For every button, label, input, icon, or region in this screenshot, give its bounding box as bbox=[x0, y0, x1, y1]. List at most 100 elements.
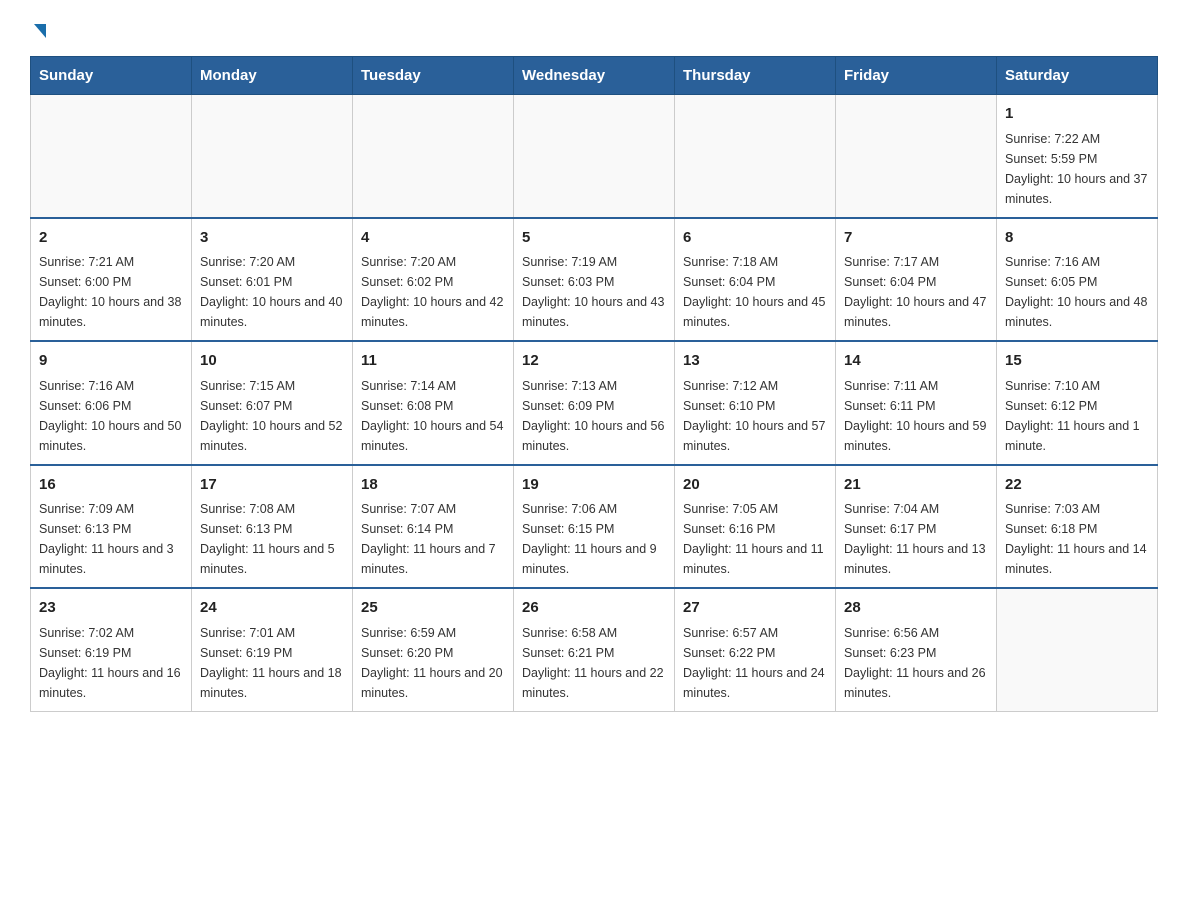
day-number: 7 bbox=[844, 227, 988, 250]
day-number: 19 bbox=[522, 474, 666, 497]
calendar-cell: 21Sunrise: 7:04 AMSunset: 6:17 PMDayligh… bbox=[836, 465, 997, 589]
calendar-cell: 13 Sunrise: 7:12 AMSunset: 6:10 PMDayligh… bbox=[675, 341, 836, 465]
calendar-cell: 22Sunrise: 7:03 AMSunset: 6:18 PMDayligh… bbox=[997, 465, 1158, 589]
calendar-cell: 27 Sunrise: 6:57 AMSunset: 6:22 PMDayligh… bbox=[675, 588, 836, 711]
calendar-cell: 28Sunrise: 6:56 AMSunset: 6:23 PMDayligh… bbox=[836, 588, 997, 711]
day-info: Sunrise: 7:06 AMSunset: 6:15 PMDaylight:… bbox=[522, 499, 666, 579]
calendar-cell: 20Sunrise: 7:05 AMSunset: 6:16 PMDayligh… bbox=[675, 465, 836, 589]
day-of-week-header: Saturday bbox=[997, 57, 1158, 95]
day-of-week-header: Tuesday bbox=[353, 57, 514, 95]
day-of-week-header: Sunday bbox=[31, 57, 192, 95]
day-number: 13 bbox=[683, 350, 827, 373]
calendar-cell: 19Sunrise: 7:06 AMSunset: 6:15 PMDayligh… bbox=[514, 465, 675, 589]
day-number: 10 bbox=[200, 350, 344, 373]
calendar-cell: 15Sunrise: 7:10 AMSunset: 6:12 PMDayligh… bbox=[997, 341, 1158, 465]
day-info: Sunrise: 7:13 AMSunset: 6:09 PMDaylight:… bbox=[522, 376, 666, 456]
day-info: Sunrise: 7:09 AMSunset: 6:13 PMDaylight:… bbox=[39, 499, 183, 579]
day-number: 24 bbox=[200, 597, 344, 620]
calendar-cell bbox=[997, 588, 1158, 711]
day-number: 12 bbox=[522, 350, 666, 373]
day-info: Sunrise: 7:20 AMSunset: 6:02 PMDaylight:… bbox=[361, 252, 505, 332]
calendar-cell: 11 Sunrise: 7:14 AMSunset: 6:08 PMDayligh… bbox=[353, 341, 514, 465]
calendar-cell: 25 Sunrise: 6:59 AMSunset: 6:20 PMDayligh… bbox=[353, 588, 514, 711]
day-info: Sunrise: 7:03 AMSunset: 6:18 PMDaylight:… bbox=[1005, 499, 1149, 579]
day-info: Sunrise: 7:21 AMSunset: 6:00 PMDaylight:… bbox=[39, 252, 183, 332]
calendar-cell: 3Sunrise: 7:20 AMSunset: 6:01 PMDaylight… bbox=[192, 218, 353, 342]
day-info: Sunrise: 7:22 AMSunset: 5:59 PMDaylight:… bbox=[1005, 129, 1149, 209]
calendar-cell bbox=[675, 95, 836, 218]
logo-arrow-icon bbox=[34, 24, 46, 38]
calendar-cell: 14 Sunrise: 7:11 AMSunset: 6:11 PMDayligh… bbox=[836, 341, 997, 465]
calendar-cell: 17Sunrise: 7:08 AMSunset: 6:13 PMDayligh… bbox=[192, 465, 353, 589]
day-of-week-header: Friday bbox=[836, 57, 997, 95]
day-info: Sunrise: 7:07 AMSunset: 6:14 PMDaylight:… bbox=[361, 499, 505, 579]
day-info: Sunrise: 6:57 AMSunset: 6:22 PMDaylight:… bbox=[683, 623, 827, 703]
calendar-cell bbox=[192, 95, 353, 218]
day-info: Sunrise: 7:15 AMSunset: 6:07 PMDaylight:… bbox=[200, 376, 344, 456]
day-number: 15 bbox=[1005, 350, 1149, 373]
day-info: Sunrise: 7:12 AMSunset: 6:10 PMDaylight:… bbox=[683, 376, 827, 456]
day-number: 1 bbox=[1005, 103, 1149, 126]
calendar-week-row: 16Sunrise: 7:09 AMSunset: 6:13 PMDayligh… bbox=[31, 465, 1158, 589]
logo bbox=[30, 20, 46, 36]
calendar-week-row: 2Sunrise: 7:21 AMSunset: 6:00 PMDaylight… bbox=[31, 218, 1158, 342]
day-info: Sunrise: 7:08 AMSunset: 6:13 PMDaylight:… bbox=[200, 499, 344, 579]
day-number: 25 bbox=[361, 597, 505, 620]
calendar-cell: 4Sunrise: 7:20 AMSunset: 6:02 PMDaylight… bbox=[353, 218, 514, 342]
day-info: Sunrise: 7:17 AMSunset: 6:04 PMDaylight:… bbox=[844, 252, 988, 332]
calendar-week-row: 1 Sunrise: 7:22 AMSunset: 5:59 PMDaylight… bbox=[31, 95, 1158, 218]
calendar-cell: 23Sunrise: 7:02 AMSunset: 6:19 PMDayligh… bbox=[31, 588, 192, 711]
day-number: 21 bbox=[844, 474, 988, 497]
day-number: 5 bbox=[522, 227, 666, 250]
day-number: 28 bbox=[844, 597, 988, 620]
day-info: Sunrise: 6:59 AMSunset: 6:20 PMDaylight:… bbox=[361, 623, 505, 703]
day-number: 20 bbox=[683, 474, 827, 497]
page-header bbox=[30, 20, 1158, 36]
day-info: Sunrise: 7:14 AMSunset: 6:08 PMDaylight:… bbox=[361, 376, 505, 456]
calendar-cell: 18Sunrise: 7:07 AMSunset: 6:14 PMDayligh… bbox=[353, 465, 514, 589]
day-info: Sunrise: 7:20 AMSunset: 6:01 PMDaylight:… bbox=[200, 252, 344, 332]
day-number: 22 bbox=[1005, 474, 1149, 497]
day-number: 18 bbox=[361, 474, 505, 497]
calendar-week-row: 9 Sunrise: 7:16 AMSunset: 6:06 PMDaylight… bbox=[31, 341, 1158, 465]
day-number: 2 bbox=[39, 227, 183, 250]
day-of-week-header: Wednesday bbox=[514, 57, 675, 95]
day-number: 26 bbox=[522, 597, 666, 620]
day-number: 14 bbox=[844, 350, 988, 373]
day-number: 9 bbox=[39, 350, 183, 373]
day-number: 8 bbox=[1005, 227, 1149, 250]
calendar-cell: 7Sunrise: 7:17 AMSunset: 6:04 PMDaylight… bbox=[836, 218, 997, 342]
calendar-cell: 16Sunrise: 7:09 AMSunset: 6:13 PMDayligh… bbox=[31, 465, 192, 589]
calendar-cell bbox=[836, 95, 997, 218]
calendar-cell: 2Sunrise: 7:21 AMSunset: 6:00 PMDaylight… bbox=[31, 218, 192, 342]
day-info: Sunrise: 7:01 AMSunset: 6:19 PMDaylight:… bbox=[200, 623, 344, 703]
day-number: 3 bbox=[200, 227, 344, 250]
day-number: 16 bbox=[39, 474, 183, 497]
calendar-cell bbox=[514, 95, 675, 218]
calendar-cell bbox=[353, 95, 514, 218]
day-number: 11 bbox=[361, 350, 505, 373]
day-info: Sunrise: 7:16 AMSunset: 6:05 PMDaylight:… bbox=[1005, 252, 1149, 332]
calendar-header-row: SundayMondayTuesdayWednesdayThursdayFrid… bbox=[31, 57, 1158, 95]
day-of-week-header: Monday bbox=[192, 57, 353, 95]
calendar-cell: 9 Sunrise: 7:16 AMSunset: 6:06 PMDaylight… bbox=[31, 341, 192, 465]
day-info: Sunrise: 6:58 AMSunset: 6:21 PMDaylight:… bbox=[522, 623, 666, 703]
calendar-cell: 10 Sunrise: 7:15 AMSunset: 6:07 PMDayligh… bbox=[192, 341, 353, 465]
calendar-cell: 1 Sunrise: 7:22 AMSunset: 5:59 PMDaylight… bbox=[997, 95, 1158, 218]
day-info: Sunrise: 7:02 AMSunset: 6:19 PMDaylight:… bbox=[39, 623, 183, 703]
day-number: 6 bbox=[683, 227, 827, 250]
calendar-cell: 8Sunrise: 7:16 AMSunset: 6:05 PMDaylight… bbox=[997, 218, 1158, 342]
calendar-cell: 12 Sunrise: 7:13 AMSunset: 6:09 PMDayligh… bbox=[514, 341, 675, 465]
day-of-week-header: Thursday bbox=[675, 57, 836, 95]
day-number: 17 bbox=[200, 474, 344, 497]
day-number: 27 bbox=[683, 597, 827, 620]
day-info: Sunrise: 7:05 AMSunset: 6:16 PMDaylight:… bbox=[683, 499, 827, 579]
calendar-cell: 24 Sunrise: 7:01 AMSunset: 6:19 PMDayligh… bbox=[192, 588, 353, 711]
calendar-cell: 6Sunrise: 7:18 AMSunset: 6:04 PMDaylight… bbox=[675, 218, 836, 342]
calendar-week-row: 23Sunrise: 7:02 AMSunset: 6:19 PMDayligh… bbox=[31, 588, 1158, 711]
calendar-table: SundayMondayTuesdayWednesdayThursdayFrid… bbox=[30, 56, 1158, 712]
calendar-cell: 5Sunrise: 7:19 AMSunset: 6:03 PMDaylight… bbox=[514, 218, 675, 342]
day-info: Sunrise: 7:04 AMSunset: 6:17 PMDaylight:… bbox=[844, 499, 988, 579]
day-info: Sunrise: 7:16 AMSunset: 6:06 PMDaylight:… bbox=[39, 376, 183, 456]
day-info: Sunrise: 7:11 AMSunset: 6:11 PMDaylight:… bbox=[844, 376, 988, 456]
